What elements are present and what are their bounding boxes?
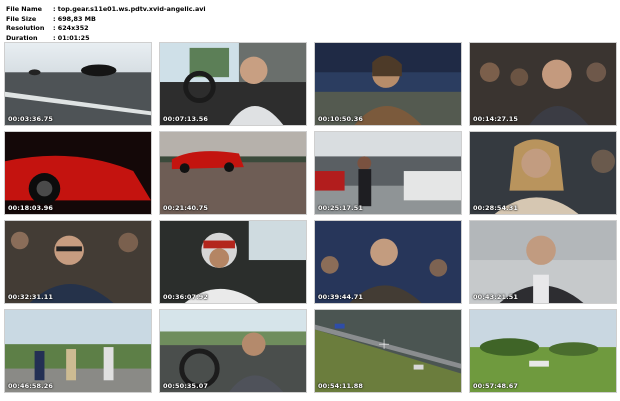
- timestamp: 00:03:36.75: [8, 115, 53, 123]
- file-info-header: File Name : top.gear.s11e01.ws.pdtv.xvid…: [6, 5, 206, 43]
- thumbnail-image: [5, 221, 151, 303]
- timestamp: 00:25:17.51: [318, 204, 363, 212]
- thumbnail: 00:36:07.92: [159, 220, 307, 304]
- timestamp: 00:46:58.26: [8, 382, 53, 390]
- file-name-row: File Name : top.gear.s11e01.ws.pdtv.xvid…: [6, 5, 206, 15]
- timestamp: 00:36:07.92: [163, 293, 208, 301]
- thumbnail: 00:14:27.15: [469, 42, 617, 126]
- thumbnail: 00:25:17.51: [314, 131, 462, 215]
- thumbnail-image: [315, 310, 461, 392]
- thumbnail: 00:07:13.56: [159, 42, 307, 126]
- timestamp: 00:32:31.11: [8, 293, 53, 301]
- thumbnail: 00:32:31.11: [4, 220, 152, 304]
- timestamp: 00:50:35.07: [163, 382, 208, 390]
- thumbnail: 00:21:40.75: [159, 131, 307, 215]
- timestamp: 00:28:54.31: [473, 204, 518, 212]
- thumbnail: 00:57:48.67: [469, 309, 617, 393]
- file-size-row: File Size : 698,83 MB: [6, 15, 206, 25]
- thumbnail-image: [470, 221, 616, 303]
- thumbnail-image: [315, 221, 461, 303]
- file-size-value: : 698,83 MB: [53, 14, 96, 23]
- thumbnail: 00:43:21.51: [469, 220, 617, 304]
- thumbnail-image: [5, 132, 151, 214]
- resolution-row: Resolution : 624x352: [6, 24, 206, 34]
- timestamp: 00:18:03.96: [8, 204, 53, 212]
- thumbnail-image: [470, 132, 616, 214]
- thumbnail: 00:46:58.26: [4, 309, 152, 393]
- thumbnail: 00:54:11.88: [314, 309, 462, 393]
- resolution-label: Resolution: [6, 24, 45, 32]
- file-size-label: File Size: [6, 14, 37, 23]
- thumbnail-image: [5, 43, 151, 125]
- timestamp: 00:07:13.56: [163, 115, 208, 123]
- thumbnail: 00:10:50.36: [314, 42, 462, 126]
- timestamp: 00:14:27.15: [473, 115, 518, 123]
- thumbnail-image: [470, 43, 616, 125]
- file-name-label: File Name: [6, 5, 42, 13]
- thumbnail-image: [160, 43, 306, 125]
- thumbnail: 00:39:44.71: [314, 220, 462, 304]
- thumbnail-grid: 00:03:36.75 00:07:13.56 00:10:50.36 00:1…: [4, 42, 617, 396]
- thumbnail: 00:50:35.07: [159, 309, 307, 393]
- timestamp: 00:39:44.71: [318, 293, 363, 301]
- resolution-value: : 624x352: [53, 24, 89, 32]
- timestamp: 00:57:48.67: [473, 382, 518, 390]
- timestamp: 00:54:11.88: [318, 382, 363, 390]
- thumbnail-image: [160, 221, 306, 303]
- thumbnail-image: [470, 310, 616, 392]
- thumbnail: 00:28:54.31: [469, 131, 617, 215]
- timestamp: 00:10:50.36: [318, 115, 363, 123]
- timestamp: 00:21:40.75: [163, 204, 208, 212]
- thumbnail-image: [160, 310, 306, 392]
- thumbnail-image: [160, 132, 306, 214]
- file-name-value: : top.gear.s11e01.ws.pdtv.xvid-angelic.a…: [53, 5, 206, 13]
- thumbnail-image: [315, 132, 461, 214]
- thumbnail: 00:03:36.75: [4, 42, 152, 126]
- timestamp: 00:43:21.51: [473, 293, 518, 301]
- thumbnail: 00:18:03.96: [4, 131, 152, 215]
- thumbnail-image: [5, 310, 151, 392]
- thumbnail-image: [315, 43, 461, 125]
